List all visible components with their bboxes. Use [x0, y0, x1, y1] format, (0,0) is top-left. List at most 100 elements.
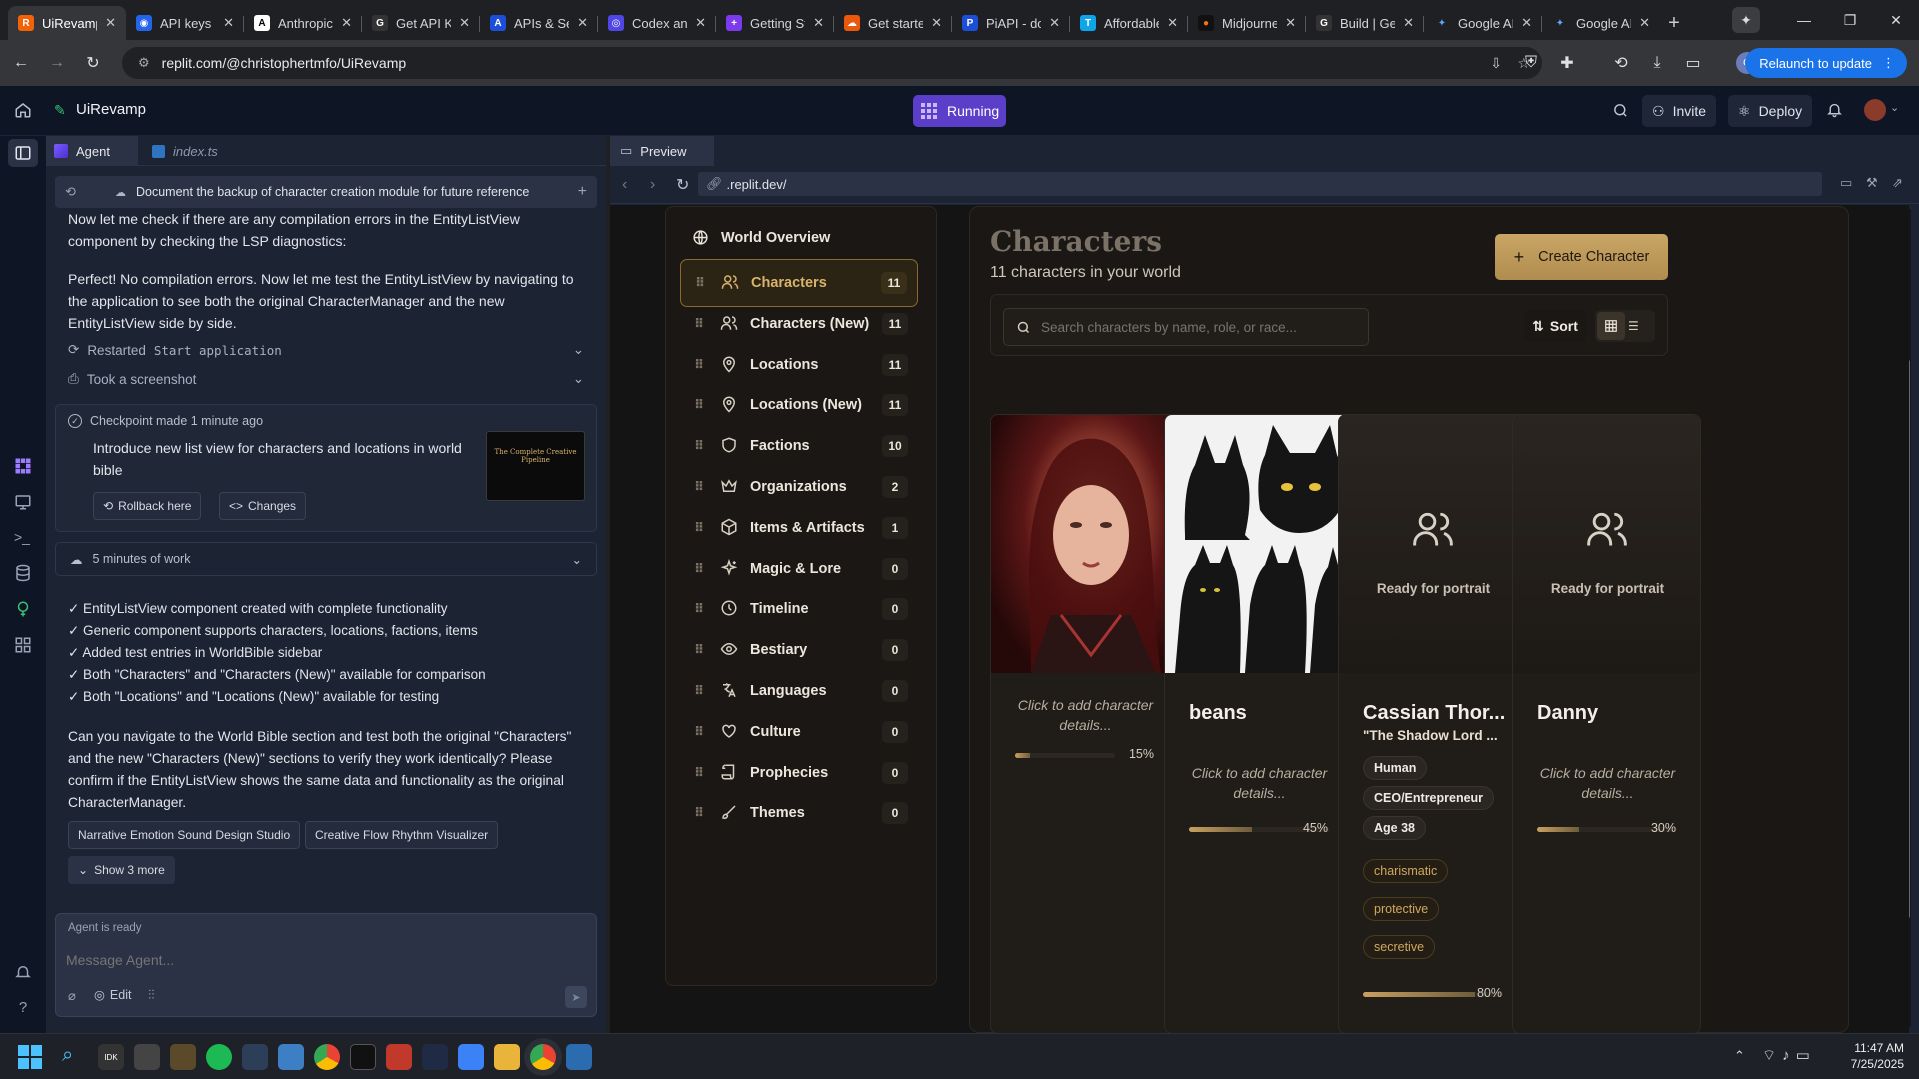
app-icon[interactable]: [458, 1044, 484, 1070]
world-overview-link[interactable]: World Overview: [692, 229, 830, 246]
search-input[interactable]: [1041, 319, 1361, 335]
drag-handle-icon[interactable]: ⠿: [694, 316, 708, 332]
sort-button[interactable]: ⇅ Sort: [1524, 310, 1586, 342]
grid-view-icon[interactable]: [1597, 312, 1625, 340]
tab-index-ts[interactable]: index.ts: [140, 136, 290, 166]
app-icon[interactable]: [170, 1044, 196, 1070]
browser-tab[interactable]: G Build | Gemini ✕: [1306, 6, 1424, 40]
install-icon[interactable]: ⇩: [1490, 55, 1502, 72]
suggestion-chip[interactable]: Narrative Emotion Sound Design Studio: [68, 821, 301, 849]
devices-icon[interactable]: ▭: [1840, 175, 1852, 191]
close-icon[interactable]: ✕: [1285, 15, 1296, 31]
app-icon[interactable]: [386, 1044, 412, 1070]
attach-icon[interactable]: ⌀: [68, 988, 76, 1004]
drag-handle-icon[interactable]: ⠿: [694, 357, 708, 373]
browser-tab[interactable]: R UiRevamp ✕: [8, 6, 126, 40]
search-icon[interactable]: [1612, 102, 1629, 119]
character-card[interactable]: Ready for portrait Danny Click to add ch…: [1512, 414, 1701, 1033]
open-new-tab-icon[interactable]: ⇗: [1892, 175, 1903, 191]
checkpoint-thumbnail[interactable]: The Complete Creative Pipeline: [486, 431, 585, 501]
list-view-icon[interactable]: ☰: [1628, 319, 1642, 333]
secrets-icon[interactable]: [14, 600, 32, 618]
browser-tab[interactable]: + Getting Started ✕: [716, 6, 834, 40]
close-icon[interactable]: ✕: [577, 15, 588, 31]
back-icon[interactable]: ‹: [622, 176, 627, 194]
drag-handle-icon[interactable]: ⠿: [694, 479, 708, 495]
drag-handle-icon[interactable]: ⠿: [694, 561, 708, 577]
app-icon[interactable]: IDK: [98, 1044, 124, 1070]
close-icon[interactable]: ✕: [105, 15, 116, 31]
character-card[interactable]: Ready for portrait Cassian Thor... "The …: [1338, 414, 1527, 1033]
close-window-icon[interactable]: ✕: [1873, 0, 1919, 40]
all-tools-icon[interactable]: [14, 636, 32, 654]
close-icon[interactable]: ✕: [813, 15, 824, 31]
home-icon[interactable]: [14, 101, 32, 119]
browser-tab[interactable]: ✦ Google AI ✕: [1542, 6, 1660, 40]
shell-icon[interactable]: >_: [14, 529, 32, 547]
send-button[interactable]: ➤: [565, 986, 587, 1008]
browser-tab[interactable]: ◉ API keys ✕: [126, 6, 244, 40]
suggestion-chip[interactable]: Creative Flow Rhythm Visualizer: [305, 821, 499, 849]
browser-tab[interactable]: ☁ Get started ✕: [834, 6, 952, 40]
download-icon[interactable]: ⤓: [1646, 52, 1668, 74]
sidebar-toggle-icon[interactable]: [14, 144, 32, 162]
help-icon[interactable]: ?: [14, 999, 32, 1017]
chevron-down-icon[interactable]: ⌄: [572, 552, 582, 567]
minimize-icon[interactable]: —: [1781, 0, 1827, 40]
deploy-button[interactable]: ⚛ Deploy: [1728, 95, 1813, 127]
history-icon[interactable]: ⟲: [65, 184, 85, 200]
chrome-active-icon[interactable]: [530, 1044, 556, 1070]
bell-icon[interactable]: [1826, 101, 1843, 118]
browser-tab[interactable]: A APIs & Services ✕: [480, 6, 598, 40]
restore-icon[interactable]: ❐: [1827, 0, 1873, 40]
relaunch-button[interactable]: Relaunch to update ⋮: [1745, 48, 1907, 78]
drag-handle-icon[interactable]: ⠿: [694, 765, 708, 781]
rollback-button[interactable]: ⟲ Rollback here: [93, 492, 202, 520]
chrome-icon[interactable]: [314, 1044, 340, 1070]
search-taskbar-icon[interactable]: ⌕: [62, 1044, 88, 1070]
close-icon[interactable]: ✕: [459, 15, 470, 31]
site-info-icon[interactable]: ⚙: [138, 55, 150, 71]
drag-handle-icon[interactable]: ⠿: [695, 275, 709, 291]
close-icon[interactable]: ✕: [695, 15, 706, 31]
notepad-icon[interactable]: [566, 1044, 592, 1070]
bell-alt-icon[interactable]: [14, 963, 32, 981]
gemini-button[interactable]: ✦: [1731, 0, 1761, 40]
tab-search-icon[interactable]: ▭: [1682, 52, 1704, 74]
project-name[interactable]: UiRevamp: [76, 101, 146, 118]
sidebar-item[interactable]: ⠿ Themes 0: [680, 789, 918, 837]
extensions-icon[interactable]: ✚: [1556, 52, 1578, 74]
browser-tab[interactable]: ◎ Codex and Agents ✕: [598, 6, 716, 40]
run-status-button[interactable]: Running: [913, 95, 1006, 127]
settings-sliders-icon[interactable]: ⫶⫶: [148, 987, 155, 1003]
character-card[interactable]: Click to add character details... 15%: [990, 414, 1179, 1033]
preview-icon[interactable]: [14, 493, 32, 511]
devtools-icon[interactable]: ⚒: [1866, 175, 1878, 191]
invite-button[interactable]: ⚇ Invite: [1642, 95, 1717, 127]
browser-tab[interactable]: T Affordable AI ✕: [1070, 6, 1188, 40]
chevron-down-icon[interactable]: ⌄: [573, 371, 584, 387]
new-tab-button[interactable]: +: [1660, 6, 1688, 40]
drag-handle-icon[interactable]: ⠿: [694, 683, 708, 699]
close-icon[interactable]: ✕: [1167, 15, 1178, 31]
drag-handle-icon[interactable]: ⠿: [694, 397, 708, 413]
agent-icon[interactable]: [14, 457, 32, 475]
create-character-button[interactable]: + Create Character: [1495, 234, 1668, 280]
drag-handle-icon[interactable]: ⠿: [694, 520, 708, 536]
browser-tab[interactable]: P PiAPI - docs ✕: [952, 6, 1070, 40]
changes-button[interactable]: <> Changes: [219, 492, 307, 520]
drag-handle-icon[interactable]: ⠿: [694, 642, 708, 658]
character-card[interactable]: beans Click to add character details... …: [1164, 414, 1353, 1033]
drag-handle-icon[interactable]: ⠿: [694, 601, 708, 617]
preview-url-input[interactable]: 🔗︎ .replit.dev/: [698, 172, 1822, 196]
tray-status-icons[interactable]: ⌔♪▭: [1762, 1046, 1816, 1065]
browser-tab[interactable]: ● Midjourney ✕: [1188, 6, 1306, 40]
user-avatar[interactable]: [1864, 99, 1886, 121]
back-icon[interactable]: ←: [10, 52, 32, 74]
add-icon[interactable]: +: [578, 183, 587, 201]
browser-tab[interactable]: A Anthropic ✕: [244, 6, 362, 40]
close-icon[interactable]: ✕: [931, 15, 942, 31]
close-icon[interactable]: ✕: [1521, 15, 1532, 31]
work-summary-row[interactable]: ☁ 5 minutes of work ⌄: [55, 542, 597, 576]
forward-icon[interactable]: ›: [650, 176, 655, 194]
